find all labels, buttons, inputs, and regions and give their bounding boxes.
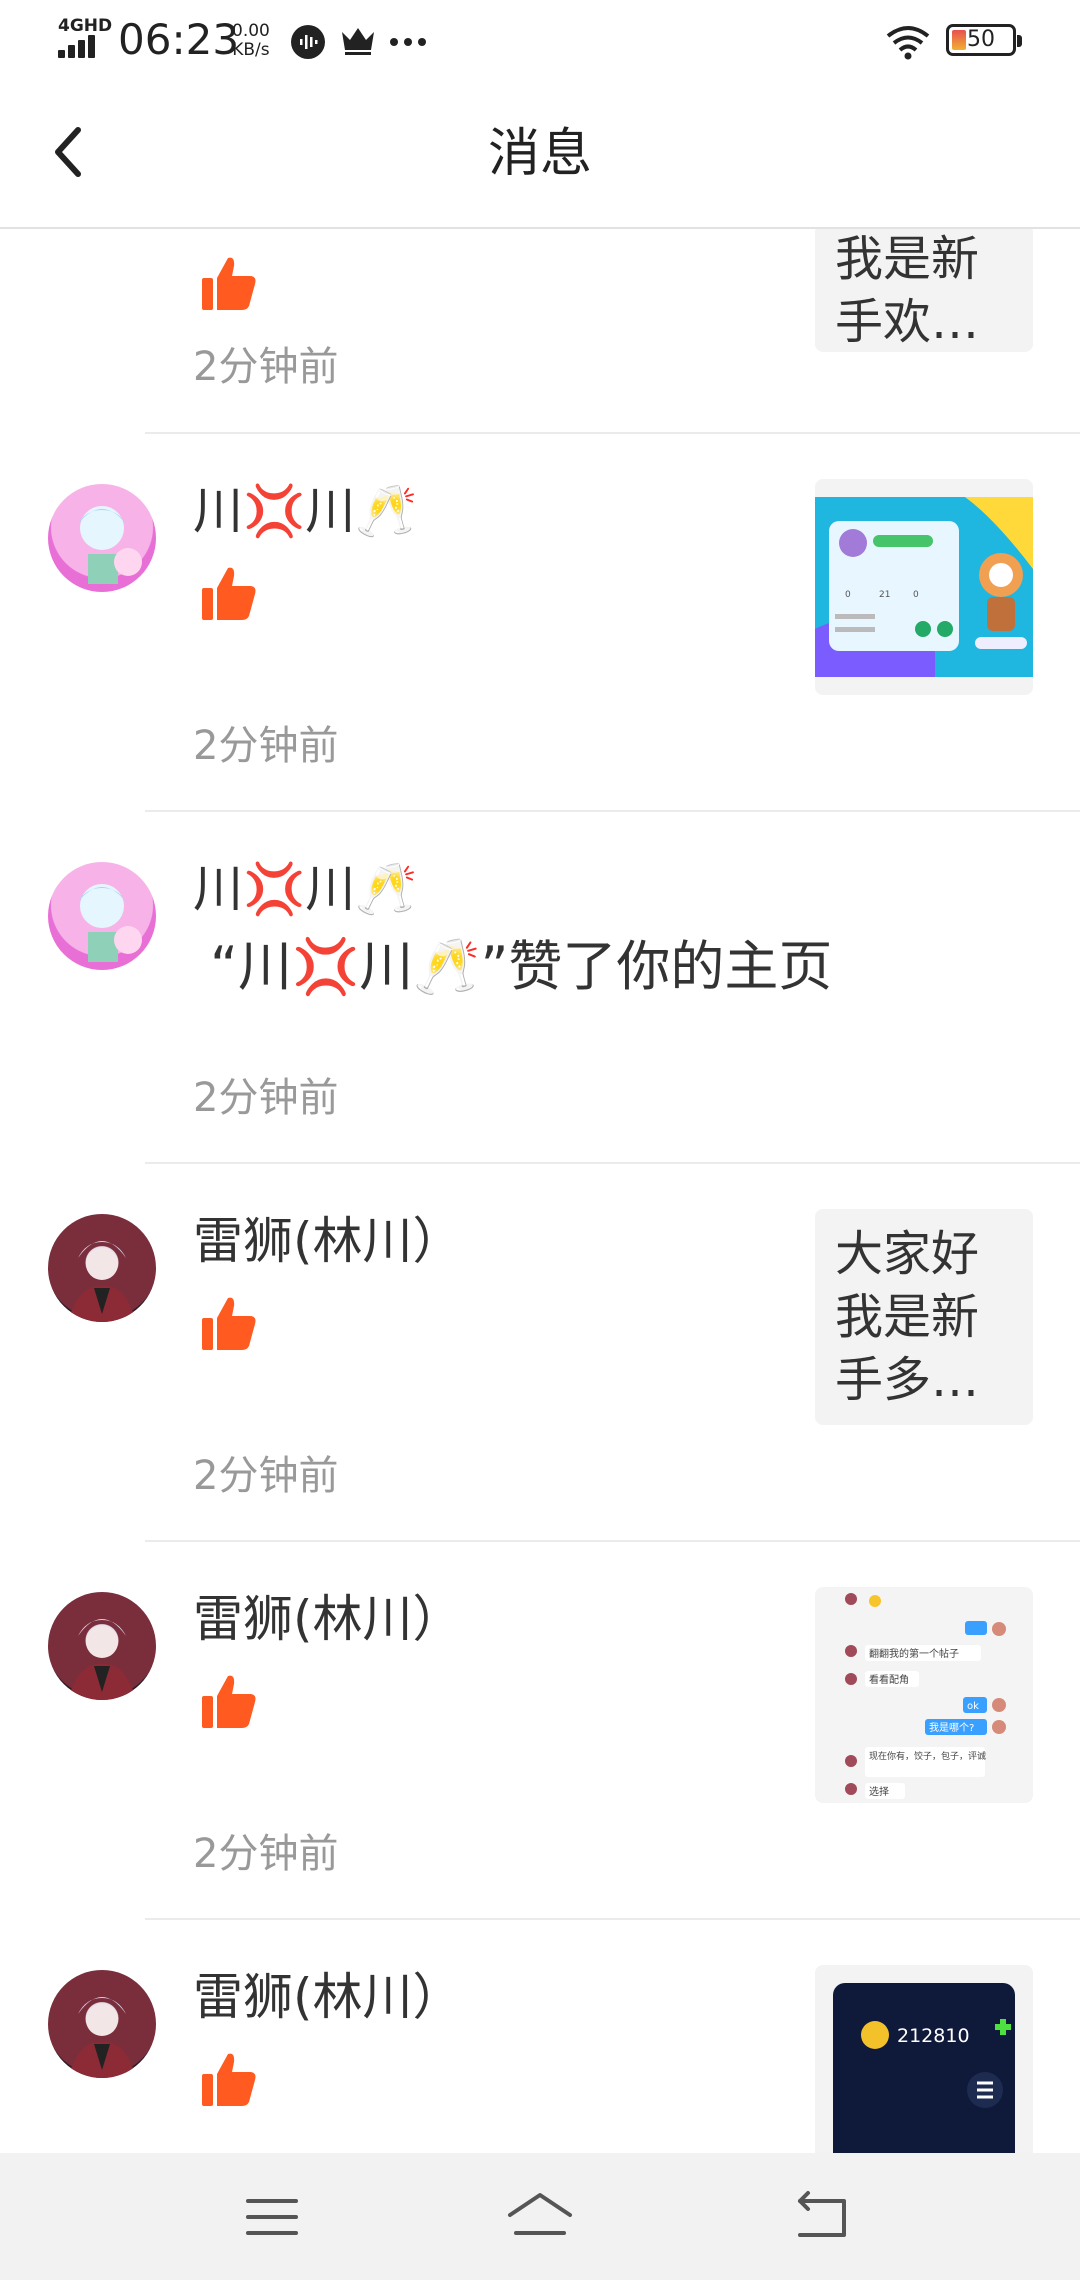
timestamp: 2分钟前 [193,1453,339,1499]
list-item[interactable]: 川💢川🥂 2分钟前 0 21 0 [0,434,1080,812]
thumbs-up-icon [202,567,256,620]
avatar-image [68,1241,136,1322]
preview-text: 我是新手欢… [835,231,980,350]
game-screenshot-thumbnail: 212810 [833,1983,1015,2153]
chat-message: 翻翻我的第一个帖子 [869,1647,959,1660]
wifi-icon [886,26,930,60]
username[interactable]: 川💢川🥂 [193,481,418,541]
list-item[interactable]: 2分钟前 我是新手欢… [0,228,1080,434]
audio-icon [291,25,325,59]
chat-screenshot-thumbnail: 翻翻我的第一个帖子 看看配角 ok 我是哪个? 现在你有，饺子，包子，评诚 选择 [845,1593,1006,1799]
list-item[interactable]: 雷狮(林川） 2分钟前 大家好我是新手多… [0,1164,1080,1542]
post-preview[interactable]: 我是新手欢… [815,228,1033,352]
chat-message: ok [967,1701,979,1712]
back-nav-icon[interactable] [786,2181,858,2253]
chat-message: 现在你有，饺子，包子，评诚 [869,1750,986,1762]
username[interactable]: 川💢川🥂 [193,859,418,919]
clock: 06:23 [118,15,240,64]
action-text: “川💢川🥂”赞了你的主页 [210,935,833,998]
post-preview[interactable]: 0 21 0 [815,479,1033,695]
header-bar: 消息 [0,82,1080,229]
menu-icon[interactable] [236,2181,308,2253]
home-icon[interactable] [504,2181,576,2253]
post-preview[interactable]: 翻翻我的第一个帖子 看看配角 ok 我是哪个? 现在你有，饺子，包子，评诚 选择 [815,1587,1033,1803]
chat-message: 选择 [869,1785,889,1798]
stat-value: 21 [879,590,890,600]
stat-value: 0 [913,590,919,600]
timestamp: 2分钟前 [193,1831,339,1877]
username[interactable]: 雷狮(林川） [193,1211,463,1271]
network-type: 4GHD [58,16,113,36]
crown-icon [342,28,374,55]
username[interactable]: 雷狮(林川） [193,1967,463,2027]
list-item[interactable]: 川💢川🥂 “川💢川🥂”赞了你的主页 2分钟前 [0,812,1080,1164]
thumbs-up-icon [202,257,256,310]
avatar-image [68,1997,136,2078]
avatar[interactable] [48,1214,156,1322]
username[interactable]: 雷狮(林川） [193,1589,463,1649]
timestamp: 2分钟前 [193,1075,339,1121]
list-item[interactable]: 雷狮(林川） 2分钟前 翻翻我的第一个帖子 看看配角 ok 我是哪个? 现在你有… [0,1542,1080,1920]
battery-level: 50 [967,27,995,52]
avatar[interactable] [48,1592,156,1700]
avatar-image [78,506,142,584]
avatar-image [68,1619,136,1700]
thumbs-up-icon [202,1675,256,1728]
coin-count: 212810 [897,2025,970,2047]
status-bar: 4GHD 06:23 0.00 KB/s 50 [0,0,1080,82]
message-list[interactable]: 2分钟前 我是新手欢… 川💢川🥂 2分钟前 0 21 0 川💢川🥂 “川💢川🥂”… [0,228,1080,2153]
avatar[interactable] [48,862,156,970]
post-preview[interactable]: 大家好我是新手多… [815,1209,1033,1425]
chat-message: 看看配角 [869,1673,909,1686]
avatar-image [78,884,142,962]
signal-icon [58,34,104,58]
avatar[interactable] [48,1970,156,2078]
timestamp: 2分钟前 [193,723,339,769]
preview-text: 大家好我是新手多… [835,1226,980,1408]
timestamp: 2分钟前 [193,344,339,390]
stat-value: 0 [845,590,851,600]
list-item[interactable]: 雷狮(林川） 212810 [0,1920,1080,2153]
network-speed: 0.00 KB/s [232,21,270,60]
page-title: 消息 [487,124,592,184]
avatar[interactable] [48,484,156,592]
thumbs-up-icon [202,1297,256,1350]
post-preview[interactable]: 212810 [815,1965,1033,2153]
battery-icon: 50 [946,24,1022,56]
system-nav-bar [0,2153,1080,2280]
thumbs-up-icon [202,2053,256,2106]
more-dots-icon [390,38,426,46]
chat-message: 我是哪个? [929,1722,974,1734]
game-screenshot-thumbnail: 0 21 0 [815,497,1033,677]
